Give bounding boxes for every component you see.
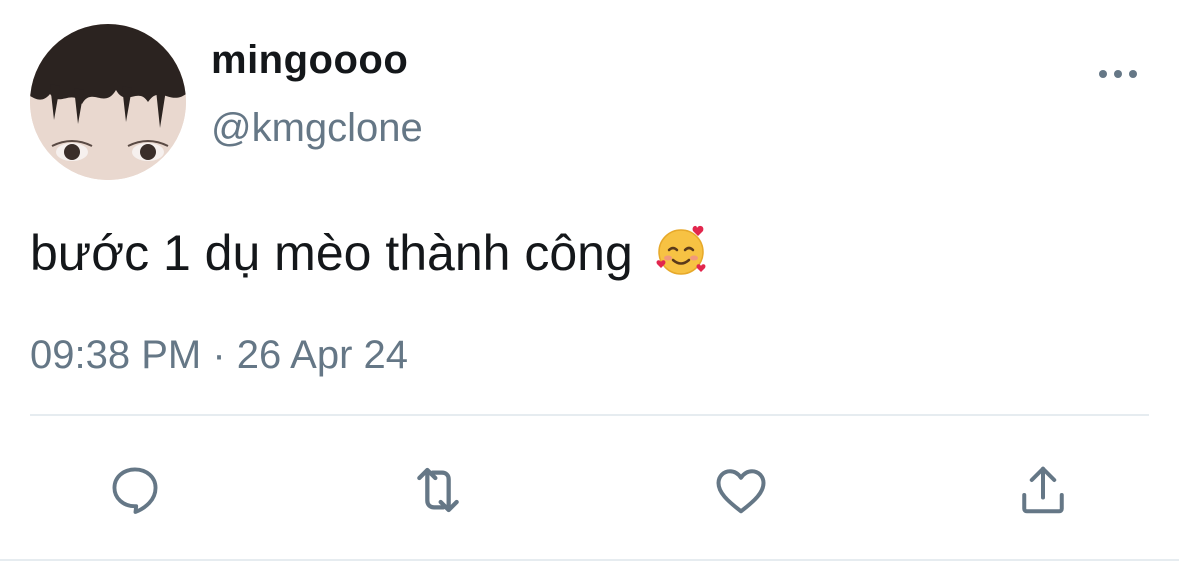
reply-button[interactable]	[103, 458, 167, 522]
heart-icon	[716, 469, 766, 514]
divider	[30, 414, 1149, 416]
tweet-text-content: bước 1 dụ mèo thành công	[30, 225, 633, 281]
share-button[interactable]	[1011, 458, 1075, 522]
avatar-photo	[30, 24, 186, 180]
tweet-text: bước 1 dụ mèo thành công	[30, 222, 709, 290]
retweet-button[interactable]	[406, 458, 470, 522]
more-options-button[interactable]	[1090, 58, 1146, 90]
display-name[interactable]: mingoooo	[211, 38, 408, 83]
like-button[interactable]	[709, 458, 773, 522]
retweet-icon	[417, 467, 459, 513]
tweet-card: mingoooo @kmgclone bước 1 dụ mèo thành c…	[0, 0, 1179, 579]
more-icon	[1099, 70, 1137, 78]
smiling-face-with-hearts-emoji-icon	[653, 222, 709, 290]
user-handle[interactable]: @kmgclone	[211, 106, 423, 151]
reply-icon	[112, 467, 158, 514]
share-icon	[1022, 466, 1064, 514]
tweet-timestamp[interactable]: 09:38 PM · 26 Apr 24	[30, 333, 408, 378]
divider	[0, 559, 1179, 561]
avatar[interactable]	[30, 24, 186, 180]
